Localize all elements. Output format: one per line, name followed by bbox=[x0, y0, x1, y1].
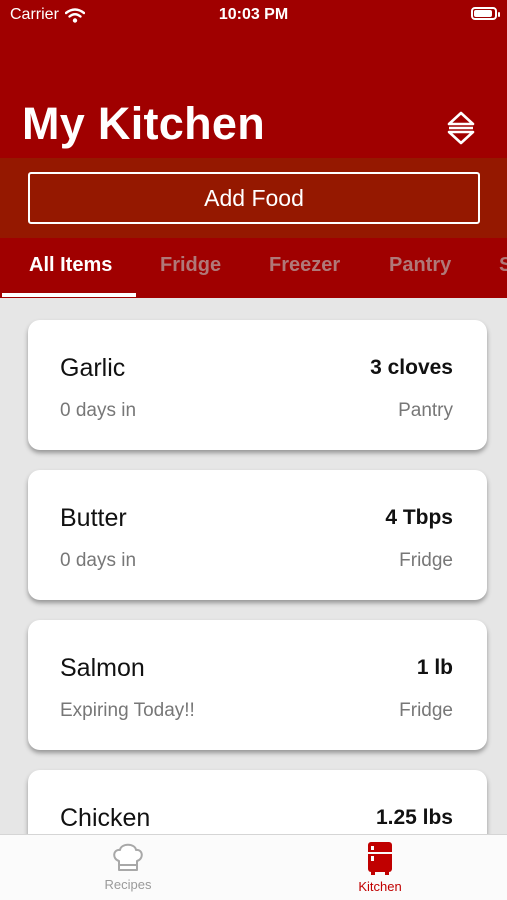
bottom-tab-bar: Recipes Kitchen bbox=[0, 834, 507, 900]
food-quantity: 1.25 lbs bbox=[375, 806, 453, 829]
page-title: My Kitchen bbox=[22, 98, 266, 149]
tabbar-label-kitchen: Kitchen bbox=[358, 879, 402, 894]
status-time: 10:03 PM bbox=[218, 6, 289, 23]
food-name: Salmon bbox=[60, 654, 145, 682]
food-age: 0 days in bbox=[60, 400, 137, 421]
tab-partial[interactable]: S bbox=[499, 254, 507, 277]
food-quantity: 3 cloves bbox=[370, 356, 453, 379]
food-age: Expiring Today!! bbox=[60, 700, 195, 721]
category-tabs: All Items Fridge Freezer Pantry S bbox=[0, 238, 507, 298]
tab-freezer[interactable]: Freezer bbox=[269, 254, 340, 277]
food-quantity: 1 lb bbox=[416, 656, 453, 679]
add-food-button[interactable]: Add Food bbox=[28, 172, 480, 224]
food-card-chicken[interactable]: Chicken 1.25 lbs bbox=[28, 770, 487, 834]
sort-button[interactable] bbox=[445, 108, 477, 148]
status-bar: Carrier 10:03 PM bbox=[0, 0, 507, 30]
tab-all-items[interactable]: All Items bbox=[29, 254, 112, 277]
header: My Kitchen bbox=[0, 30, 507, 158]
sort-icon bbox=[447, 111, 475, 145]
tabbar-label-recipes: Recipes bbox=[104, 877, 152, 892]
food-name: Butter bbox=[60, 504, 127, 532]
tabbar-item-recipes[interactable]: Recipes bbox=[68, 841, 188, 892]
tab-pantry[interactable]: Pantry bbox=[389, 254, 451, 277]
tab-fridge[interactable]: Fridge bbox=[160, 254, 221, 277]
food-quantity: 4 Tbps bbox=[385, 506, 453, 529]
food-location: Fridge bbox=[399, 550, 453, 571]
food-name: Chicken bbox=[60, 804, 151, 832]
food-location: Fridge bbox=[399, 700, 453, 721]
tabbar-item-kitchen[interactable]: Kitchen bbox=[320, 841, 440, 894]
food-card-butter[interactable]: Butter 4 Tbps 0 days in Fridge bbox=[28, 470, 487, 600]
food-card-garlic[interactable]: Garlic 3 cloves 0 days in Pantry bbox=[28, 320, 487, 450]
food-age: 0 days in bbox=[60, 550, 137, 571]
chef-hat-icon bbox=[113, 843, 143, 871]
food-name: Garlic bbox=[60, 354, 126, 382]
fridge-icon bbox=[368, 842, 392, 875]
battery-fill bbox=[474, 10, 492, 17]
food-list[interactable]: Garlic 3 cloves 0 days in Pantry Butter … bbox=[0, 298, 507, 834]
food-location: Pantry bbox=[398, 400, 453, 421]
active-tab-indicator bbox=[2, 293, 136, 297]
battery-icon bbox=[471, 7, 500, 20]
food-card-salmon[interactable]: Salmon 1 lb Expiring Today!! Fridge bbox=[28, 620, 487, 750]
add-food-strip: Add Food bbox=[0, 158, 507, 238]
